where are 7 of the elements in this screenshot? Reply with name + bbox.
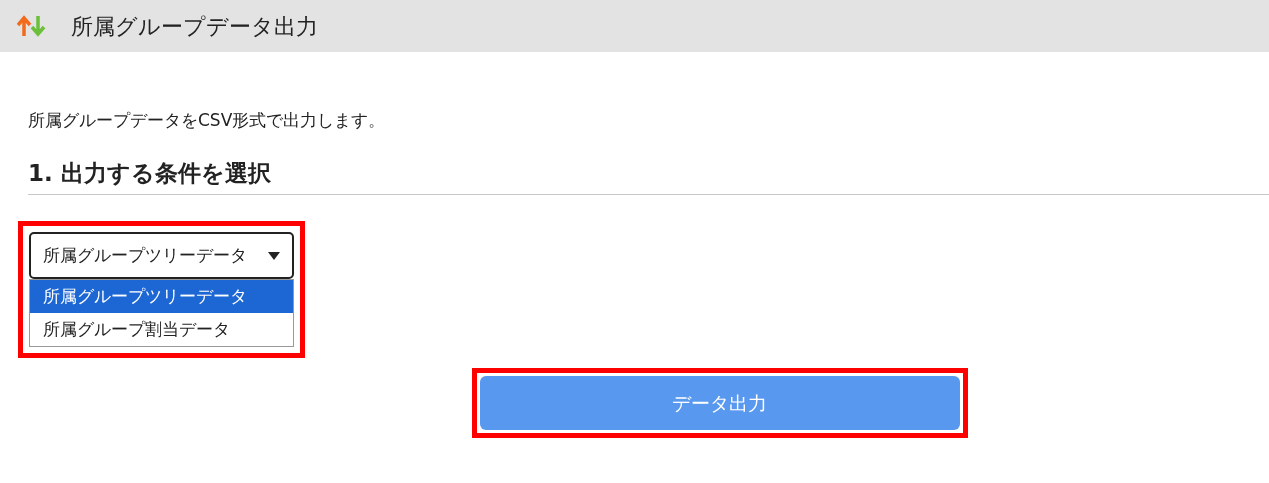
section-heading: 1. 出力する条件を選択 — [28, 159, 272, 188]
caret-icon — [268, 251, 280, 260]
description-text: 所属グループデータをCSV形式で出力します。 — [28, 109, 387, 132]
page-title: 所属グループデータ出力 — [71, 12, 318, 41]
dropdown[interactable]: 所属グループツリーデータ — [29, 232, 294, 279]
sort-arrows-icon — [17, 15, 47, 37]
dropdown-option[interactable]: 所属グループツリーデータ — [30, 280, 293, 313]
